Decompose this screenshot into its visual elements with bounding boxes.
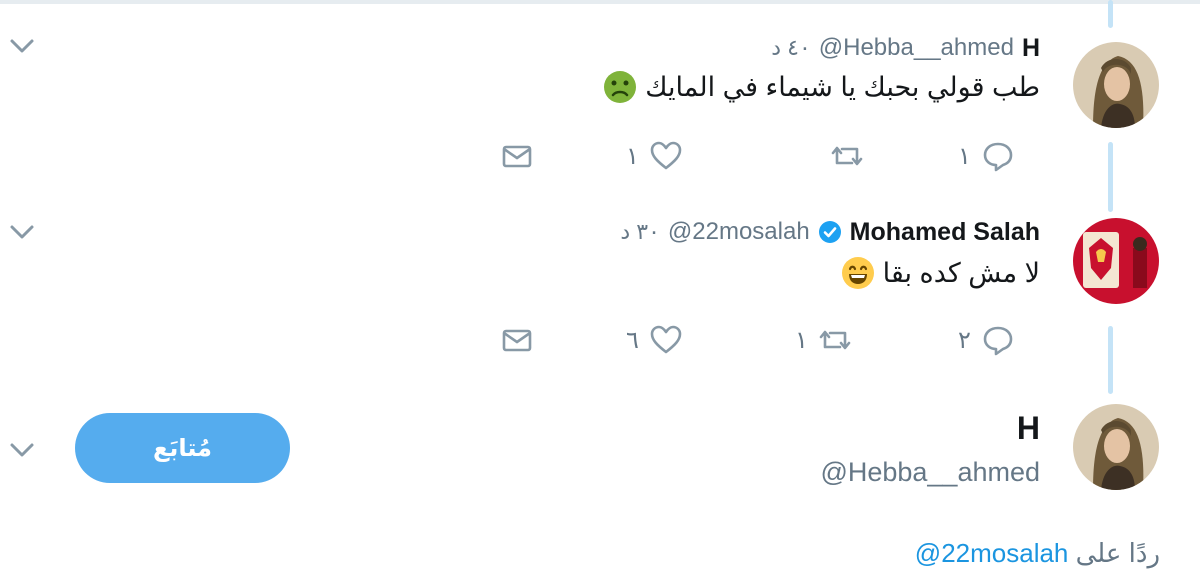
retweet-icon bbox=[831, 146, 863, 166]
reply-count: ١ bbox=[958, 142, 971, 170]
chevron-down-icon[interactable] bbox=[8, 222, 36, 242]
replying-to: ردًا على @22mosalah bbox=[915, 538, 1160, 569]
heart-icon bbox=[650, 141, 682, 170]
retweet-button[interactable] bbox=[830, 136, 874, 176]
reply-icon bbox=[983, 326, 1013, 356]
chevron-down-icon[interactable] bbox=[8, 440, 36, 460]
like-count: ٦ bbox=[626, 326, 639, 354]
user-handle[interactable]: @22mosalah bbox=[668, 218, 810, 246]
message-button[interactable] bbox=[500, 136, 534, 176]
thread-line bbox=[1108, 326, 1113, 394]
tweet-body: لا مش كده بقا bbox=[882, 257, 1040, 288]
tweet-body: طب قولي بحبك يا شيماء في المايك bbox=[645, 71, 1040, 102]
chevron-down-icon[interactable] bbox=[8, 36, 36, 56]
like-count: ١ bbox=[626, 142, 639, 170]
reply-icon bbox=[983, 142, 1013, 172]
tweet-header: Mohamed Salah @22mosalah ٣٠ د bbox=[620, 214, 1040, 250]
tweet-actions: ٢ ١ ٦ bbox=[490, 320, 1050, 360]
top-divider bbox=[0, 0, 1200, 4]
avatar[interactable] bbox=[1073, 42, 1159, 128]
display-name[interactable]: Mohamed Salah bbox=[850, 218, 1040, 247]
tweet-actions: ١ ١ bbox=[490, 136, 1050, 176]
heart-icon bbox=[650, 325, 682, 354]
thread-line bbox=[1108, 142, 1113, 212]
grinning-face-icon bbox=[841, 257, 874, 289]
timestamp[interactable]: ٣٠ د bbox=[620, 219, 660, 245]
timestamp[interactable]: ٤٠ د bbox=[771, 35, 811, 61]
display-name[interactable]: H bbox=[1022, 34, 1040, 63]
thread-line bbox=[1108, 0, 1113, 28]
following-button[interactable]: مُتابَع bbox=[75, 413, 290, 483]
retweet-button[interactable]: ١ bbox=[795, 320, 852, 360]
avatar[interactable] bbox=[1073, 218, 1159, 304]
tweet-text: لا مش كده بقا bbox=[841, 256, 1040, 290]
replying-to-label: ردًا على bbox=[1075, 538, 1160, 568]
avatar[interactable] bbox=[1073, 404, 1159, 490]
message-button[interactable] bbox=[500, 320, 534, 360]
display-name[interactable]: H bbox=[1017, 410, 1040, 447]
retweet-count: ١ bbox=[795, 326, 808, 354]
like-button[interactable]: ٦ bbox=[626, 320, 683, 360]
reply-count: ٢ bbox=[958, 326, 971, 354]
reply-button[interactable]: ٢ bbox=[958, 320, 1015, 360]
verified-badge-icon bbox=[818, 221, 841, 243]
like-button[interactable]: ١ bbox=[626, 136, 683, 176]
envelope-icon bbox=[502, 329, 532, 352]
mention-link[interactable]: @22mosalah bbox=[915, 538, 1069, 568]
envelope-icon bbox=[502, 145, 532, 168]
reply-button[interactable]: ١ bbox=[958, 136, 1015, 176]
nauseated-face-icon bbox=[604, 71, 637, 103]
user-handle[interactable]: @Hebba__ahmed bbox=[820, 457, 1040, 488]
tweet-header: H @Hebba__ahmed ٤٠ د bbox=[771, 30, 1040, 66]
user-handle[interactable]: @Hebba__ahmed bbox=[819, 34, 1014, 62]
retweet-icon bbox=[819, 330, 851, 350]
tweet-text: طب قولي بحبك يا شيماء في المايك bbox=[603, 70, 1040, 104]
